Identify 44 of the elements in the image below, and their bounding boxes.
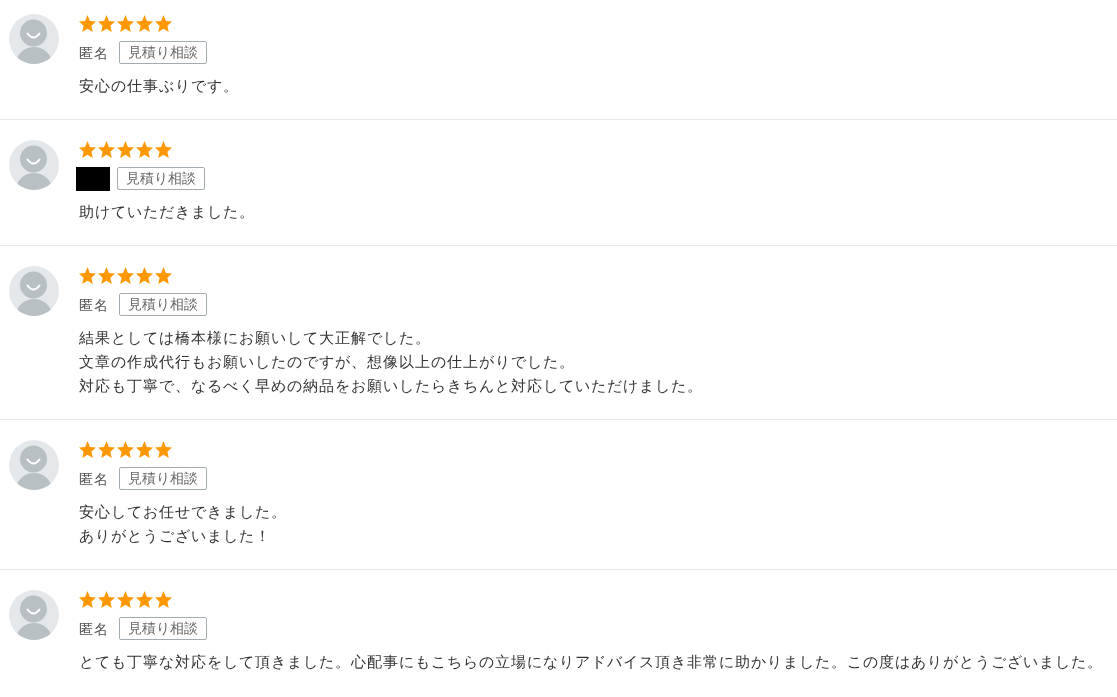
star-icon bbox=[136, 267, 153, 284]
category-tag: 見積り相談 bbox=[119, 617, 207, 640]
star-icon bbox=[117, 591, 134, 608]
star-icon bbox=[117, 141, 134, 158]
author-name: 匿名 bbox=[79, 295, 108, 315]
star-icon bbox=[136, 591, 153, 608]
avatar-icon bbox=[9, 590, 59, 640]
category-tag: 見積り相談 bbox=[119, 467, 207, 490]
avatar-icon bbox=[9, 14, 59, 64]
avatar-icon bbox=[9, 440, 59, 490]
star-icon bbox=[136, 441, 153, 458]
star-icon bbox=[117, 15, 134, 32]
review-text: 助けていただきました。 bbox=[79, 202, 255, 223]
star-icon bbox=[155, 141, 172, 158]
star-icon bbox=[98, 141, 115, 158]
star-icon bbox=[117, 441, 134, 458]
star-icon bbox=[155, 267, 172, 284]
star-icon bbox=[155, 591, 172, 608]
author-name: 匿名 bbox=[79, 619, 108, 639]
avatar-icon bbox=[9, 266, 59, 316]
star-icon bbox=[79, 441, 96, 458]
author-name: 匿名 bbox=[79, 43, 108, 63]
star-icon bbox=[98, 441, 115, 458]
star-icon bbox=[117, 267, 134, 284]
star-icon bbox=[79, 267, 96, 284]
avatar-icon bbox=[9, 140, 59, 190]
author-name: 匿名 bbox=[79, 469, 108, 489]
category-tag: 見積り相談 bbox=[117, 167, 205, 190]
star-icon bbox=[98, 591, 115, 608]
star-icon bbox=[136, 141, 153, 158]
star-icon bbox=[79, 591, 96, 608]
review-text: とても丁寧な対応をして頂きました。心配事にもこちらの立場になりアドバイス頂き非常に助かりました。この度はありがとうございました。 bbox=[79, 652, 1103, 673]
star-icon bbox=[79, 15, 96, 32]
star-icon bbox=[98, 15, 115, 32]
star-icon bbox=[155, 15, 172, 32]
star-icon bbox=[79, 141, 96, 158]
category-tag: 見積り相談 bbox=[119, 41, 207, 64]
star-icon bbox=[98, 267, 115, 284]
star-icon bbox=[136, 15, 153, 32]
review-text: 安心してお任せできました。 ありがとうございました！ bbox=[79, 502, 287, 547]
review-text: 結果としては橋本様にお願いして大正解でした。 文章の作成代行もお願いしたのですが、想像以上の仕上がりでした。 対応も丁寧で、なるべく早めの納品をお願いしたらきちんと対応していただけました。 bbox=[79, 328, 703, 397]
category-tag: 見積り相談 bbox=[119, 293, 207, 316]
star-icon bbox=[155, 441, 172, 458]
review-text: 安心の仕事ぶりです。 bbox=[79, 76, 239, 97]
